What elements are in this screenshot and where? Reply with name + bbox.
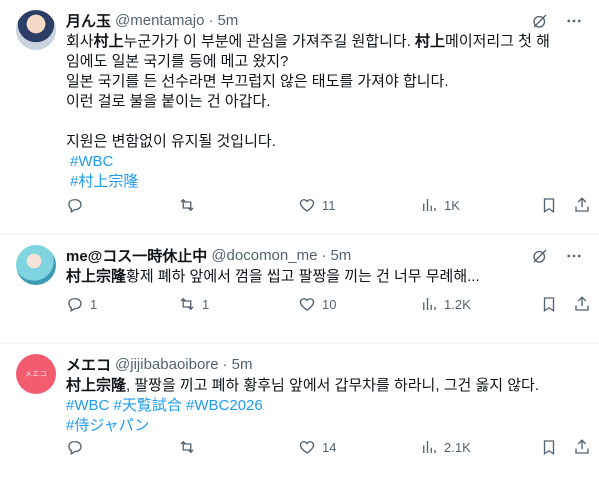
- share-icon: [575, 439, 589, 454]
- timestamp[interactable]: 5m: [232, 356, 253, 373]
- heart-icon: [299, 298, 315, 311]
- tweet-2[interactable]: me@コス一時休止中 @docomon_me · 5m 村上宗隆황제 폐하 앞에…: [0, 235, 599, 344]
- share-icon: [575, 296, 589, 311]
- like-count: 11: [322, 197, 336, 213]
- bold-keyword: 村上宗隆: [66, 268, 127, 285]
- reply-button[interactable]: 1: [66, 295, 97, 313]
- like-button[interactable]: 14: [298, 438, 336, 456]
- share-button[interactable]: [573, 196, 591, 214]
- views-count: 1K: [444, 197, 460, 213]
- reply-button[interactable]: [66, 196, 90, 214]
- views-count: 2.1K: [444, 439, 471, 455]
- tweet-3[interactable]: メエコ メエコ @jijibabaoibore · 5m 村上宗隆, 팔짱을 끼…: [0, 344, 599, 477]
- tweet-text-line: 일본 국기를 든 선수라면 부끄럽지 않은 태도를 가져야 합니다.: [66, 72, 583, 92]
- tweet-1[interactable]: 月ん玉 @mentamajo · 5m 회사村上누군가가 이 부분에 관심을 가…: [0, 0, 599, 235]
- retweet-button[interactable]: [178, 196, 202, 214]
- views-count: 1.2K: [444, 296, 471, 312]
- hashtag[interactable]: #WBC: [70, 153, 113, 170]
- views-button[interactable]: 1.2K: [420, 295, 471, 313]
- retweet-icon: [180, 198, 194, 212]
- text-run: , 팔짱을 끼고 폐하 황후님 앞에서 갑무차를 하라니, 그건 옳지 않다.: [126, 377, 539, 394]
- text-run: 지원은 변함없이 유지될 것입니다.: [66, 133, 276, 150]
- views-icon: [423, 298, 436, 310]
- timestamp[interactable]: 5m: [330, 247, 351, 264]
- bold-keyword: 村上: [415, 33, 446, 50]
- reply-icon: [68, 298, 82, 312]
- hashtag[interactable]: #WBC: [66, 397, 109, 414]
- retweet-icon: [180, 440, 194, 454]
- text-run: 이런 걸로 불을 붙이는 건 아갑다.: [66, 93, 271, 110]
- bookmark-icon: [543, 297, 555, 313]
- text-run: 황제 폐하 앞에서 껌을 씹고 팔짱을 끼는 건 너무 무례해...: [126, 268, 480, 285]
- bookmark-icon: [543, 440, 555, 456]
- retweet-button[interactable]: [178, 438, 202, 456]
- like-count: 14: [322, 439, 337, 455]
- user-handle[interactable]: @docomon_me: [211, 247, 317, 264]
- text-run: 메이저리그 첫 해: [445, 33, 550, 50]
- hashtag[interactable]: #天覧試合: [114, 397, 182, 414]
- bookmark-icon: [543, 198, 555, 214]
- user-handle[interactable]: @jijibabaoibore: [115, 356, 219, 373]
- share-button[interactable]: [573, 438, 591, 456]
- display-name[interactable]: me@コス一時休止中: [66, 245, 207, 266]
- display-name[interactable]: 月ん玉: [66, 10, 111, 31]
- tweet-text-line: 이런 걸로 불을 붙이는 건 아갑다.: [66, 92, 583, 112]
- tweet-text: 村上宗隆, 팔짱을 끼고 폐하 황후님 앞에서 갑무차를 하라니, 그건 옳지 …: [66, 376, 583, 396]
- user-handle[interactable]: @mentamajo: [115, 12, 204, 29]
- reply-count: 1: [90, 296, 98, 312]
- retweet-button[interactable]: 1: [178, 295, 209, 313]
- like-button[interactable]: 11: [298, 196, 336, 214]
- tweet-header: me@コス一時休止中 @docomon_me · 5m: [66, 245, 352, 266]
- tweet-text-line: [66, 112, 583, 132]
- retweet-icon: [180, 297, 194, 311]
- bookmark-button[interactable]: [540, 196, 558, 214]
- avatar[interactable]: [16, 245, 56, 285]
- display-name[interactable]: メエコ: [66, 354, 111, 375]
- retweet-count: 1: [202, 296, 210, 312]
- views-icon: [423, 441, 436, 453]
- tweet-header: 月ん玉 @mentamajo · 5m: [66, 10, 239, 31]
- bookmark-button[interactable]: [540, 295, 558, 313]
- tweet-text: 村上宗隆황제 폐하 앞에서 껌을 씹고 팔짱을 끼는 건 너무 무례해...: [66, 267, 583, 287]
- tweet-text-line: 村上宗隆황제 폐하 앞에서 껌을 씹고 팔짱을 끼는 건 너무 무례해...: [66, 267, 583, 287]
- avatar-text: メエコ: [24, 370, 48, 378]
- more-icon[interactable]: [565, 12, 583, 30]
- text-run: 일본 국기를 든 선수라면 부끄럽지 않은 태도를 가져야 합니다.: [66, 73, 449, 90]
- heart-icon: [299, 441, 315, 454]
- text-run: 누군가가 이 부분에 관심을 가져주길 원합니다.: [123, 33, 415, 50]
- more-icon[interactable]: [565, 247, 583, 265]
- grok-icon[interactable]: [531, 12, 549, 30]
- views-button[interactable]: 2.1K: [420, 438, 471, 456]
- reply-icon: [68, 199, 82, 213]
- like-count: 10: [322, 296, 337, 312]
- timestamp[interactable]: 5m: [217, 12, 238, 29]
- bookmark-button[interactable]: [540, 438, 558, 456]
- tweet-text-line: 지원은 변함없이 유지될 것입니다.: [66, 132, 583, 152]
- like-button[interactable]: 10: [298, 295, 336, 313]
- tweet-text-line: 임에도 일본 국기를 등에 메고 왔지?: [66, 52, 583, 72]
- share-button[interactable]: [573, 295, 591, 313]
- heart-icon: [299, 199, 315, 212]
- views-icon: [423, 199, 436, 211]
- reply-button[interactable]: [66, 438, 90, 456]
- avatar[interactable]: [16, 10, 56, 50]
- grok-icon[interactable]: [531, 247, 549, 265]
- tweet-text: 회사村上누군가가 이 부분에 관심을 가져주길 원합니다. 村上메이저리그 첫 …: [66, 32, 583, 152]
- share-icon: [575, 197, 589, 212]
- hashtag[interactable]: #侍ジャパン: [66, 417, 149, 434]
- tweet-text-line: 회사村上누군가가 이 부분에 관심을 가져주길 원합니다. 村上메이저리그 첫 …: [66, 32, 583, 52]
- reply-icon: [68, 441, 82, 455]
- tweet-text-line: 村上宗隆, 팔짱을 끼고 폐하 황후님 앞에서 갑무차를 하라니, 그건 옳지 …: [66, 376, 583, 396]
- hashtag[interactable]: #WBC2026: [186, 397, 263, 414]
- bold-keyword: 村上宗隆: [66, 377, 127, 394]
- text-run: 회사: [66, 33, 94, 50]
- tweet-header: メエコ @jijibabaoibore · 5m: [66, 354, 253, 375]
- avatar[interactable]: メエコ: [16, 354, 56, 394]
- hashtag[interactable]: #村上宗隆: [70, 173, 138, 190]
- text-run: 임에도 일본 국기를 등에 메고 왔지?: [66, 53, 289, 70]
- views-button[interactable]: 1K: [420, 196, 460, 214]
- bold-keyword: 村上: [93, 33, 124, 50]
